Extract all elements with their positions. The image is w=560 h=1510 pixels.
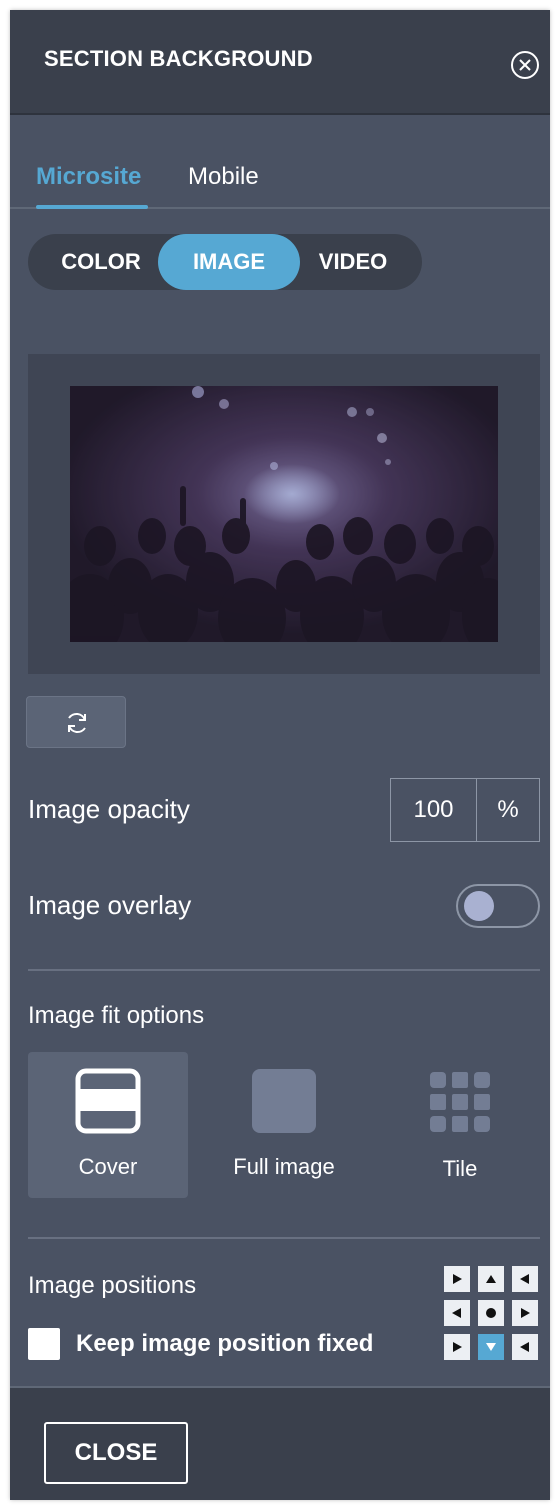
background-type-selector: COLOR IMAGE VIDEO	[28, 234, 422, 290]
position-middle-right[interactable]	[512, 1300, 538, 1326]
image-overlay-toggle[interactable]	[456, 884, 540, 928]
arrow-left-icon	[520, 1274, 529, 1284]
image-opacity-label: Image opacity	[28, 794, 190, 824]
keep-position-fixed-label: Keep image position fixed	[76, 1330, 374, 1357]
position-center[interactable]	[478, 1300, 504, 1326]
tab-microsite[interactable]: Microsite	[36, 163, 141, 191]
concert-crowd-photo	[70, 386, 498, 642]
position-bottom-right[interactable]	[512, 1334, 538, 1360]
background-image-preview[interactable]	[70, 386, 498, 642]
arrow-left-icon	[452, 1308, 461, 1318]
tile-fit-icon	[430, 1072, 490, 1132]
dot-icon	[486, 1308, 496, 1318]
section-background-panel: SECTION BACKGROUND Microsite Mobile COLO…	[10, 10, 550, 1500]
arrow-right-icon	[453, 1342, 462, 1352]
color-option-button[interactable]: COLOR	[42, 234, 160, 290]
arrow-right-icon	[521, 1308, 530, 1318]
video-option-button[interactable]: VIDEO	[300, 234, 406, 290]
position-bottom-center[interactable]	[478, 1334, 504, 1360]
divider	[28, 969, 540, 971]
toggle-knob	[464, 891, 494, 921]
arrow-right-icon	[453, 1274, 462, 1284]
position-top-center[interactable]	[478, 1266, 504, 1292]
opacity-value[interactable]: 100	[391, 779, 477, 841]
fit-option-label: Tile	[442, 1156, 478, 1181]
panel-footer: CLOSE	[10, 1386, 550, 1500]
opacity-unit: %	[497, 796, 519, 823]
divider	[28, 1237, 540, 1239]
image-option-button[interactable]: IMAGE	[158, 234, 300, 290]
image-opacity-input[interactable]: 100 %	[390, 778, 540, 842]
cover-fit-icon	[75, 1068, 141, 1134]
position-top-right[interactable]	[512, 1266, 538, 1292]
keep-position-fixed-checkbox[interactable]	[28, 1328, 60, 1360]
close-icon[interactable]	[510, 50, 540, 80]
tab-mobile[interactable]: Mobile	[188, 163, 259, 191]
image-preview-frame	[28, 354, 540, 674]
refresh-icon	[68, 713, 86, 733]
full-image-fit-icon	[252, 1069, 316, 1133]
arrow-up-icon	[486, 1275, 496, 1283]
position-top-left[interactable]	[444, 1266, 470, 1292]
image-overlay-label: Image overlay	[28, 890, 192, 920]
tab-bar: Microsite Mobile	[10, 115, 550, 209]
image-fit-options-label: Image fit options	[28, 1002, 205, 1029]
active-tab-indicator	[36, 205, 148, 209]
image-positions-label: Image positions	[28, 1272, 197, 1299]
position-bottom-left[interactable]	[444, 1334, 470, 1360]
arrow-left-icon	[520, 1342, 529, 1352]
fit-option-cover[interactable]: Cover	[28, 1052, 188, 1198]
fit-option-full-image[interactable]: Full image	[204, 1052, 364, 1198]
fit-option-label: Full image	[233, 1154, 335, 1179]
arrow-down-icon	[486, 1343, 496, 1351]
fit-option-tile[interactable]: Tile	[380, 1052, 540, 1198]
close-button[interactable]: CLOSE	[44, 1422, 188, 1484]
position-middle-left[interactable]	[444, 1300, 470, 1326]
replace-image-button[interactable]	[26, 696, 126, 748]
fit-option-label: Cover	[78, 1154, 138, 1179]
panel-header: SECTION BACKGROUND	[10, 10, 550, 115]
panel-title: SECTION BACKGROUND	[44, 46, 313, 71]
